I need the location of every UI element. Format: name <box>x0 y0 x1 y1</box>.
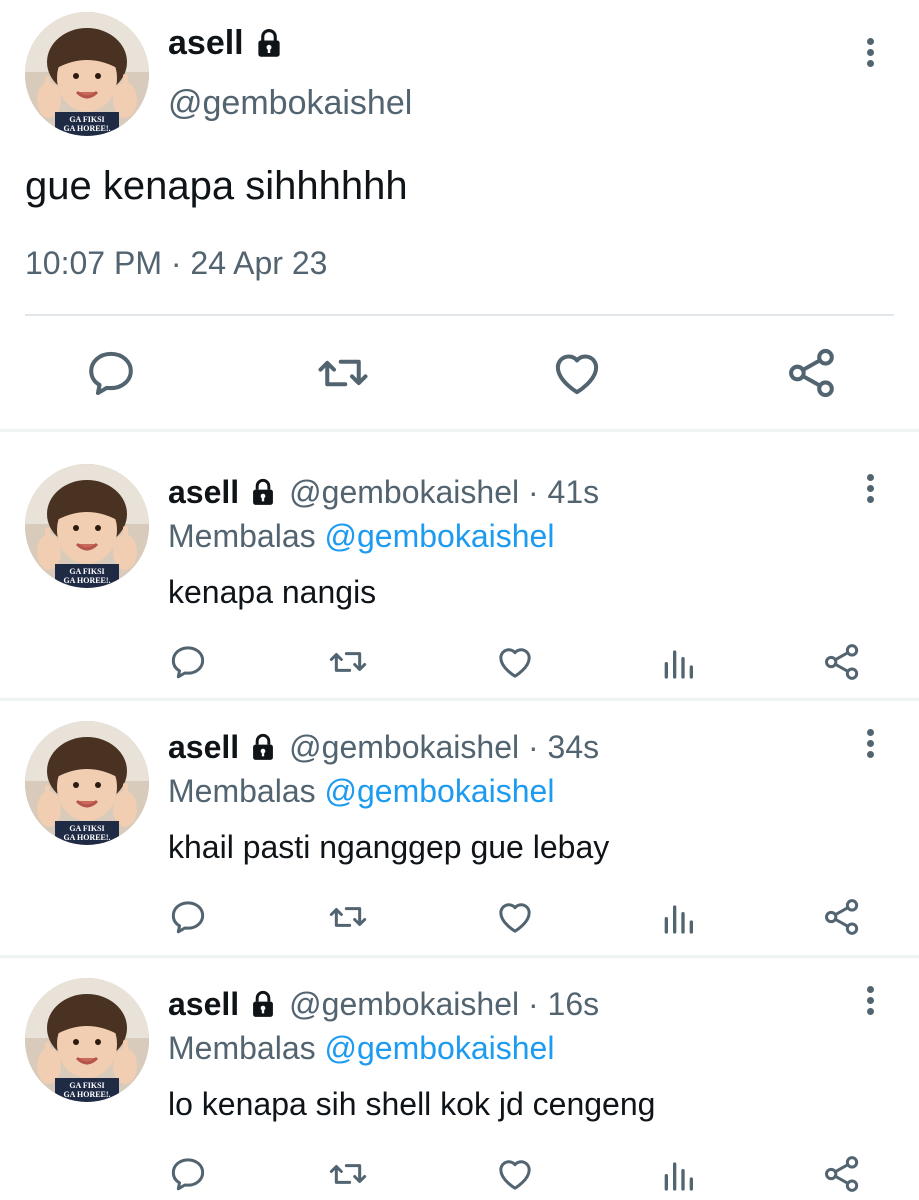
more-options-icon[interactable] <box>864 38 876 74</box>
mention-link[interactable]: @gembokaishel <box>325 773 555 809</box>
like-icon[interactable] <box>495 897 535 937</box>
reply-header: asell @gembokaishel · 34s <box>168 731 599 763</box>
reply-tweet[interactable]: GA FIKSI GA HOREE!. asell @gembokaishel … <box>0 432 919 698</box>
display-name[interactable]: asell <box>168 988 239 1020</box>
lock-icon <box>249 733 277 761</box>
avatar[interactable]: GA FIKSI GA HOREE!. <box>25 721 149 845</box>
main-tweet: GA FIKSI GA HOREE!. asell @gembokaishel … <box>0 0 919 430</box>
display-name[interactable]: asell <box>168 731 239 763</box>
avatar-caption: GA FIKSI <box>69 567 104 576</box>
like-icon[interactable] <box>550 346 604 400</box>
divider <box>25 314 894 316</box>
views-icon[interactable] <box>658 642 698 682</box>
views-icon[interactable] <box>658 1154 698 1194</box>
mention-link[interactable]: @gembokaishel <box>325 518 555 554</box>
tweet-actions <box>0 897 919 937</box>
avatar-caption: GA FIKSI <box>69 824 104 833</box>
reply-header: asell @gembokaishel · 41s <box>168 476 599 508</box>
more-options-icon[interactable] <box>864 986 876 1022</box>
display-name[interactable]: asell <box>168 26 284 60</box>
replying-label: Membalas <box>168 1030 316 1066</box>
avatar-caption: GA HOREE!. <box>63 124 110 133</box>
display-name-text: asell <box>168 24 244 62</box>
avatar-caption: GA FIKSI <box>69 1081 104 1090</box>
display-name[interactable]: asell <box>168 476 239 508</box>
tweet-timestamp[interactable]: 10:07 PM · 24 Apr 23 <box>25 247 327 279</box>
replying-label: Membalas <box>168 518 316 554</box>
like-icon[interactable] <box>495 1154 535 1194</box>
tweet-text: khail pasti nganggep gue lebay <box>168 829 610 865</box>
replying-to: Membalas @gembokaishel <box>168 520 554 552</box>
reply-tweet[interactable]: GA FIKSI GA HOREE!. asell @gembokaishel … <box>0 701 919 955</box>
tweet-actions <box>0 1154 919 1194</box>
user-handle[interactable]: @gembokaishel <box>168 86 412 120</box>
share-icon[interactable] <box>822 642 862 682</box>
retweet-icon[interactable] <box>328 642 368 682</box>
tweet-actions <box>0 642 919 682</box>
tweet-actions <box>0 346 919 400</box>
replying-label: Membalas <box>168 773 316 809</box>
avatar[interactable]: GA FIKSI GA HOREE!. <box>25 12 149 136</box>
mention-link[interactable]: @gembokaishel <box>325 1030 555 1066</box>
reply-tweet[interactable]: GA FIKSI GA HOREE!. asell @gembokaishel … <box>0 958 919 1200</box>
more-options-icon[interactable] <box>864 729 876 765</box>
retweet-icon[interactable] <box>316 346 370 400</box>
reply-header: asell @gembokaishel · 16s <box>168 988 599 1020</box>
retweet-icon[interactable] <box>328 897 368 937</box>
avatar-caption: GA HOREE!. <box>63 1090 110 1099</box>
handle-time[interactable]: @gembokaishel · 34s <box>289 731 599 763</box>
share-icon[interactable] <box>785 346 839 400</box>
lock-icon <box>249 478 277 506</box>
avatar-caption: GA HOREE!. <box>63 833 110 842</box>
tweet-text: lo kenapa sih shell kok jd cengeng <box>168 1086 656 1122</box>
replying-to: Membalas @gembokaishel <box>168 775 554 807</box>
retweet-icon[interactable] <box>328 1154 368 1194</box>
avatar-caption: GA FIKSI <box>69 115 104 124</box>
handle-time[interactable]: @gembokaishel · 16s <box>289 988 599 1020</box>
tweet-text: gue kenapa sihhhhhh <box>25 164 408 208</box>
share-icon[interactable] <box>822 1154 862 1194</box>
tweet-text: kenapa nangis <box>168 574 377 610</box>
avatar-caption: GA HOREE!. <box>63 576 110 585</box>
reply-icon[interactable] <box>168 642 208 682</box>
like-icon[interactable] <box>495 642 535 682</box>
more-options-icon[interactable] <box>864 474 876 510</box>
avatar[interactable]: GA FIKSI GA HOREE!. <box>25 464 149 588</box>
reply-icon[interactable] <box>168 897 208 937</box>
views-icon[interactable] <box>658 897 698 937</box>
avatar[interactable]: GA FIKSI GA HOREE!. <box>25 978 149 1102</box>
handle-time[interactable]: @gembokaishel · 41s <box>289 476 599 508</box>
reply-icon[interactable] <box>168 1154 208 1194</box>
lock-icon <box>254 28 284 58</box>
reply-icon[interactable] <box>84 346 138 400</box>
share-icon[interactable] <box>822 897 862 937</box>
replying-to: Membalas @gembokaishel <box>168 1032 554 1064</box>
lock-icon <box>249 990 277 1018</box>
